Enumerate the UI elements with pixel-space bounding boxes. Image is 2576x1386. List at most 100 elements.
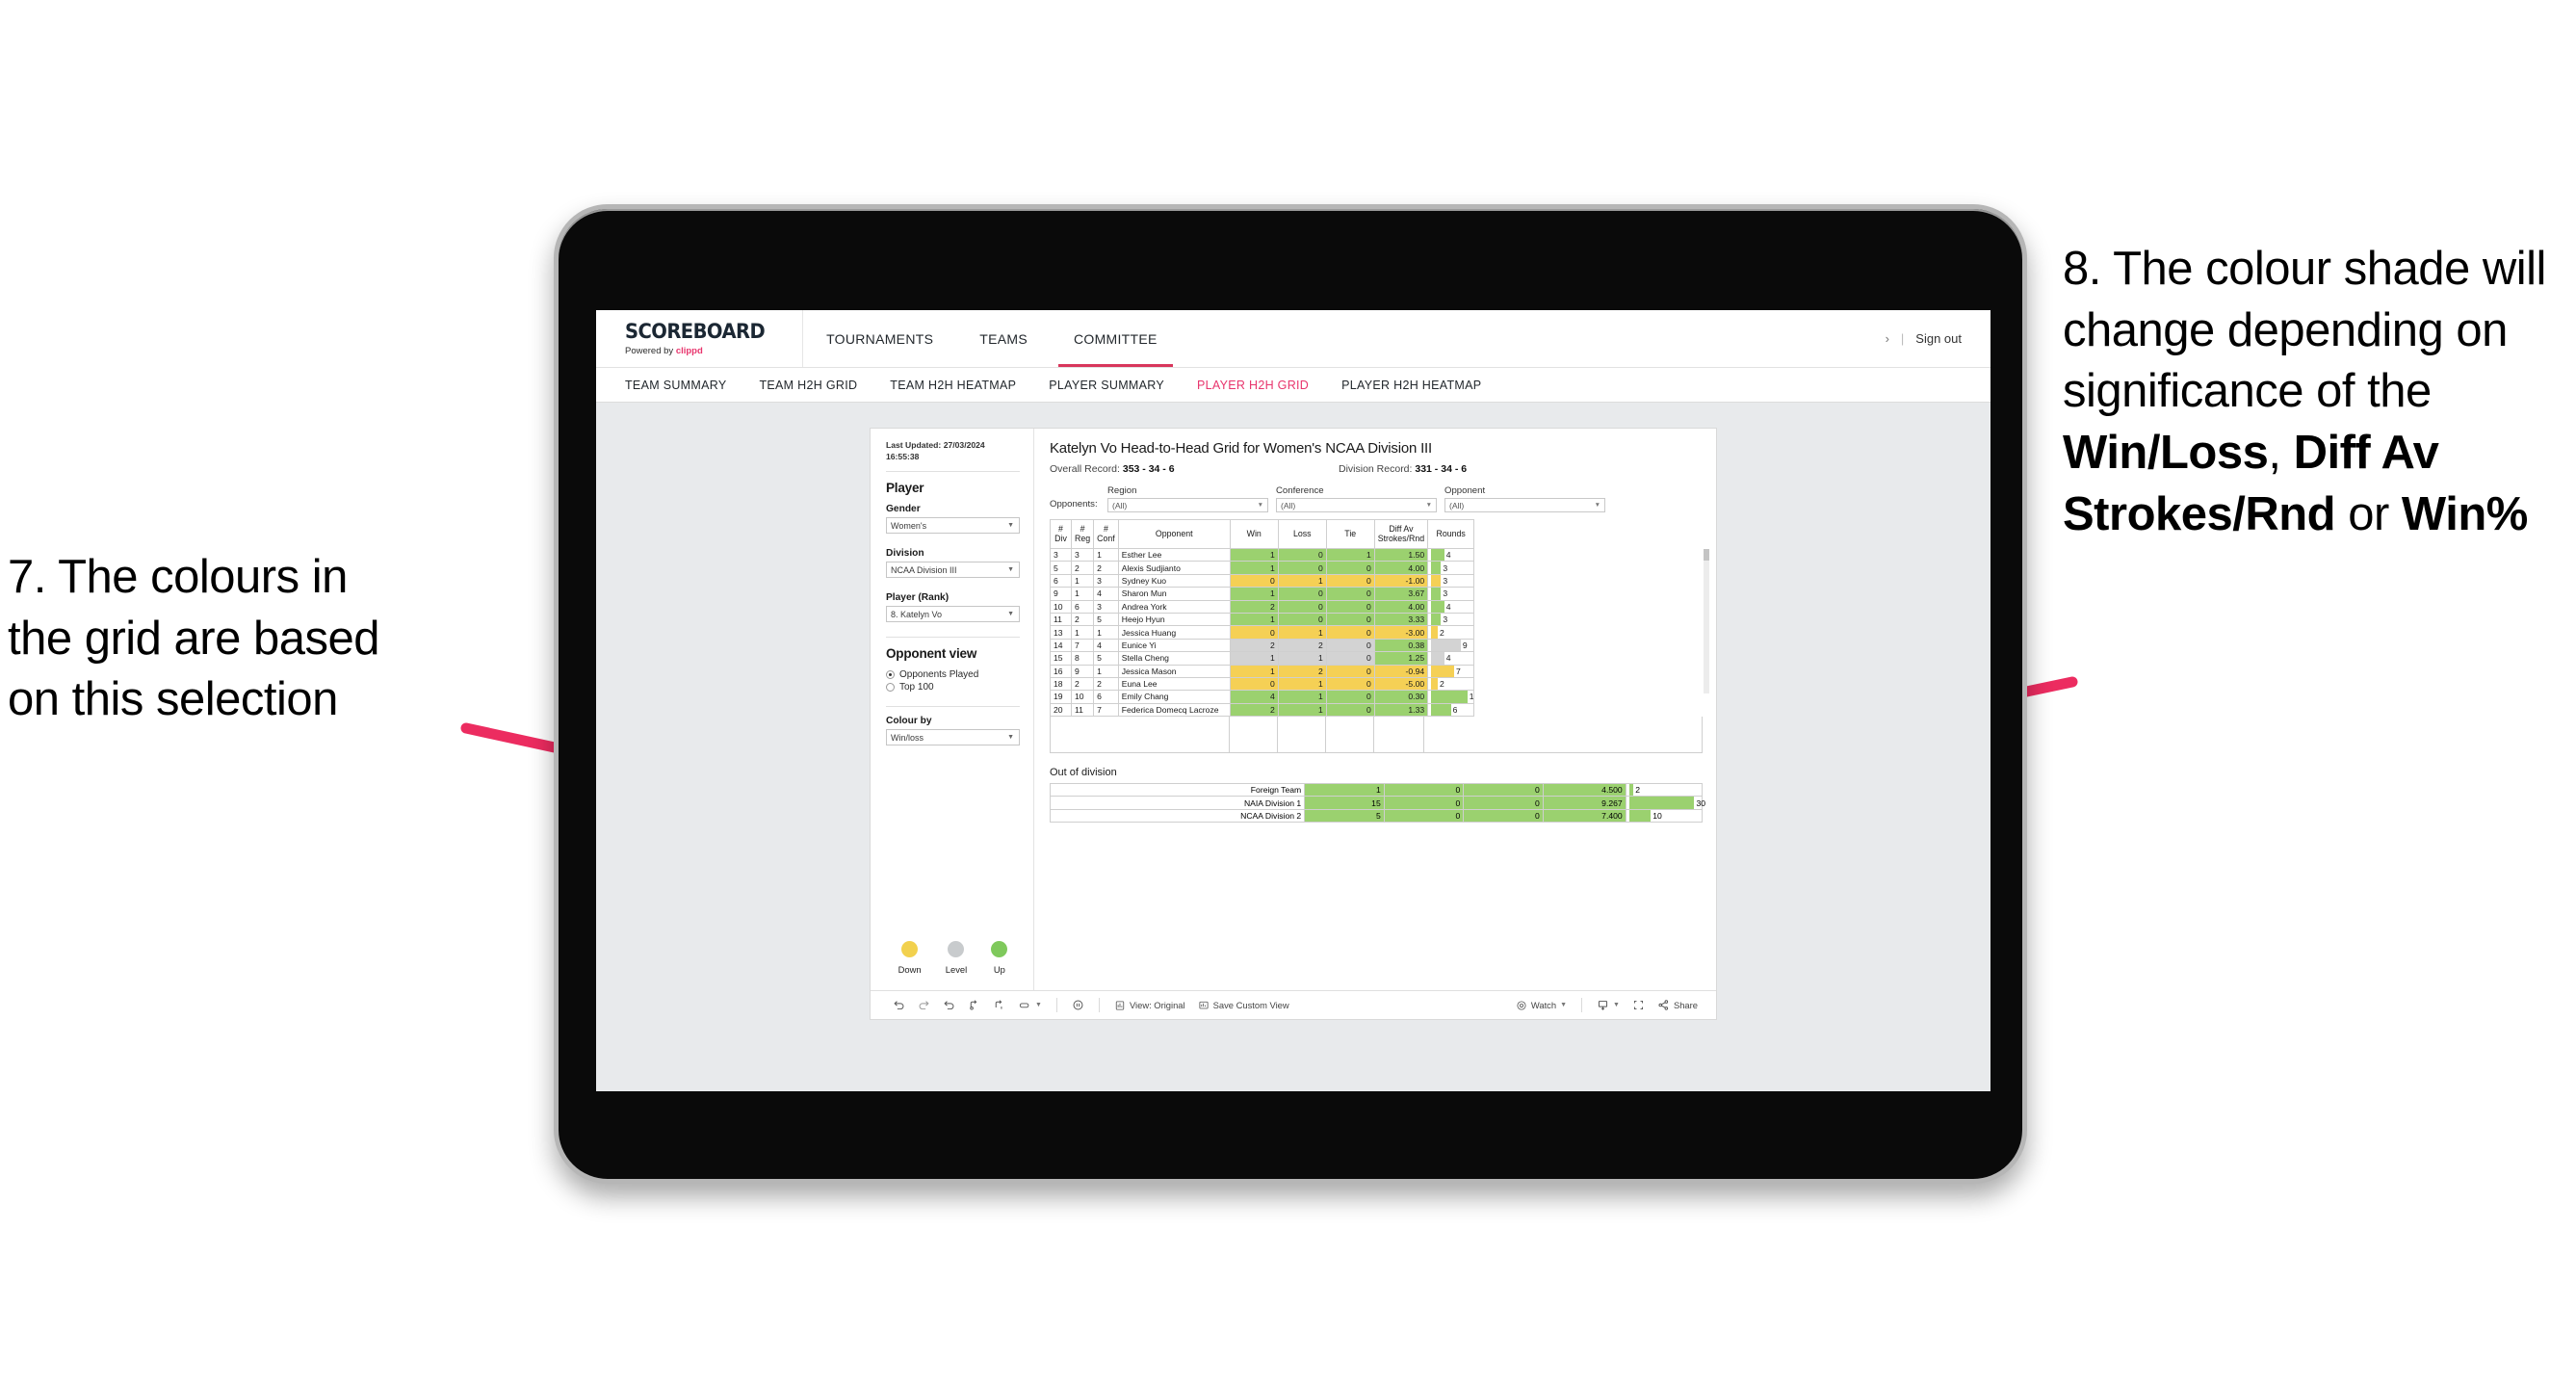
refresh-button[interactable] — [963, 996, 985, 1015]
cell-win: 1 — [1229, 561, 1279, 575]
out-of-division-row[interactable]: NCAA Division 2 5 0 0 7.400 10 — [1049, 808, 1704, 824]
table-row[interactable]: 13 1 1 Jessica Huang 0 1 0 -3.00 2 — [1050, 625, 1475, 640]
highlight-dropdown[interactable]: ▼ — [1013, 996, 1047, 1015]
dashboard-body: Last Updated: 27/03/2024 16:55:38 Player… — [871, 429, 1716, 990]
tab-team-h2h-heatmap[interactable]: TEAM H2H HEATMAP — [890, 379, 1016, 392]
out-of-division-row[interactable]: NAIA Division 1 15 0 0 9.267 30 — [1049, 796, 1705, 810]
table-row[interactable]: 20 11 7 Federica Domecq Lacroze 2 1 0 1.33 6 — [1050, 702, 1475, 718]
chevron-right-icon[interactable]: › — [1886, 331, 1889, 346]
radio-opponents-played[interactable]: Opponents Played — [886, 669, 1020, 680]
cell-div: 16 — [1050, 664, 1072, 678]
out-of-division-row[interactable]: Foreign Team 1 0 0 4.500 2 — [1049, 783, 1704, 798]
table-row[interactable]: 18 2 2 Euna Lee 0 1 0 -5.00 2 — [1050, 676, 1475, 692]
view-original-button[interactable]: View: Original — [1109, 996, 1190, 1015]
fullscreen-button[interactable] — [1627, 996, 1650, 1015]
pause-button[interactable] — [988, 996, 1010, 1015]
table-row[interactable]: 19106Emily Chang4100.3011 — [1050, 690, 1475, 704]
tab-team-h2h-grid[interactable]: TEAM H2H GRID — [759, 379, 857, 392]
download-button[interactable]: ▼ — [1592, 996, 1625, 1015]
cell-loss: 1 — [1277, 690, 1327, 704]
table-row[interactable]: 5 2 2 Alexis Sudjianto 1 0 0 4.00 3 — [1050, 561, 1475, 575]
table-row[interactable]: 3 3 1 Esther Lee 1 0 1 1.50 4 — [1050, 547, 1475, 562]
cell-tie: 0 — [1325, 638, 1375, 653]
gender-select[interactable]: Women's ▼ — [886, 517, 1020, 535]
col-diff-av-strokes: Diff Av Strokes/Rnd — [1373, 519, 1429, 549]
colour-by-select[interactable]: Win/loss ▼ — [886, 729, 1020, 746]
nav-committee[interactable]: COMMITTEE — [1051, 310, 1181, 367]
colour-by-label: Colour by — [886, 716, 932, 727]
cell-win: 0 — [1229, 676, 1279, 692]
tab-player-summary[interactable]: PLAYER SUMMARY — [1049, 379, 1164, 392]
legend-item-down: Down — [898, 941, 922, 975]
cell-win: 2 — [1229, 702, 1279, 718]
cell-win: 1 — [1229, 587, 1279, 601]
tab-team-summary[interactable]: TEAM SUMMARY — [625, 379, 726, 392]
grid-scrollbar[interactable] — [1704, 549, 1709, 693]
table-row[interactable]: 14 7 4 Eunice Yi 2 2 0 0.38 9 — [1050, 638, 1475, 653]
table-row[interactable]: 6 1 3 Sydney Kuo 0 1 0 -1.00 3 — [1050, 573, 1475, 588]
main-panel: Katelyn Vo Head-to-Head Grid for Women's… — [1034, 429, 1716, 990]
cell-diff: -5.00 — [1373, 676, 1429, 692]
filter-region: Region (All) ▼ — [1107, 485, 1268, 512]
nav-teams[interactable]: TEAMS — [956, 310, 1051, 367]
cell-opponent: Emily Chang — [1117, 690, 1231, 704]
cell-reg: 8 — [1070, 651, 1095, 666]
annotation-right-bold-winpct: Win% — [2401, 487, 2528, 540]
cell-diff: 4.00 — [1373, 599, 1429, 614]
cell-tie: 0 — [1325, 664, 1375, 678]
table-row[interactable]: 10 6 3 Andrea York 2 0 0 4.00 4 — [1050, 599, 1475, 614]
filter-region-select[interactable]: (All) ▼ — [1107, 498, 1268, 512]
share-button[interactable]: Share — [1652, 996, 1703, 1015]
watch-button[interactable]: Watch ▼ — [1511, 996, 1572, 1015]
cell-rounds: 4 — [1427, 599, 1475, 614]
cell-diff: 7.400 — [1542, 808, 1626, 824]
undo-button[interactable] — [888, 996, 910, 1015]
cell-rounds: 6 — [1427, 702, 1475, 718]
brand-logo[interactable]: SCOREBOARD Powered by clippd — [596, 310, 804, 367]
cell-loss: 0 — [1277, 599, 1327, 614]
annotation-left-line-3: on this selection — [8, 673, 338, 726]
cell-reg: 1 — [1070, 573, 1095, 588]
cell-conf: 5 — [1093, 651, 1119, 666]
division-value: NCAA Division III — [891, 564, 957, 575]
filters-sidebar: Last Updated: 27/03/2024 16:55:38 Player… — [871, 429, 1034, 990]
filter-conference-select[interactable]: (All) ▼ — [1276, 498, 1437, 512]
nav-tournaments[interactable]: TOURNAMENTS — [803, 310, 956, 367]
chevron-down-icon: ▼ — [1007, 566, 1014, 574]
table-row[interactable]: 9 1 4 Sharon Mun 1 0 0 3.67 3 — [1050, 587, 1475, 601]
cell-win: 1 — [1229, 664, 1279, 678]
table-row[interactable]: 15 8 5 Stella Cheng 1 1 0 1.25 4 — [1050, 651, 1475, 666]
cell-rounds: 9 — [1427, 638, 1475, 653]
legend-item-level: Level — [946, 941, 967, 975]
toolbar-divider — [1055, 998, 1057, 1012]
cell-opponent: Alexis Sudjianto — [1117, 561, 1231, 575]
pause-auto-update-button[interactable] — [1067, 996, 1089, 1015]
radio-top-100[interactable]: Top 100 — [886, 682, 1020, 693]
cell-reg: 7 — [1070, 638, 1095, 653]
cell-opponent: Heejo Hyun — [1117, 612, 1231, 627]
grid-scrollbar-thumb[interactable] — [1704, 549, 1709, 561]
cell-loss: 2 — [1277, 664, 1327, 678]
annotation-left-line-2: the grid are based — [8, 612, 380, 665]
cell-win: 1 — [1229, 547, 1279, 562]
view-original-label: View: Original — [1129, 1000, 1185, 1010]
redo-button[interactable] — [913, 996, 935, 1015]
cell-rounds: 3 — [1427, 587, 1475, 601]
cell-loss: 0 — [1383, 796, 1465, 810]
player-rank-select[interactable]: 8. Katelyn Vo ▼ — [886, 606, 1020, 623]
save-custom-view-button[interactable]: Save Custom View — [1193, 996, 1294, 1015]
tab-player-h2h-heatmap[interactable]: PLAYER H2H HEATMAP — [1341, 379, 1481, 392]
player-rank-value: 8. Katelyn Vo — [891, 609, 943, 619]
sign-out-link[interactable]: Sign out — [1915, 331, 1962, 346]
tab-player-h2h-grid[interactable]: PLAYER H2H GRID — [1197, 379, 1309, 392]
cell-win: 1 — [1229, 612, 1279, 627]
filter-opponent-select[interactable]: (All) ▼ — [1444, 498, 1605, 512]
cell-conf: 1 — [1093, 664, 1119, 678]
cell-reg: 6 — [1070, 599, 1095, 614]
revert-button[interactable] — [938, 996, 960, 1015]
division-select[interactable]: NCAA Division III ▼ — [886, 562, 1020, 579]
h2h-grid-table: # Div # Reg # Conf Opponent Win Loss Tie Di… — [1050, 519, 1475, 718]
table-row[interactable]: 11 2 5 Heejo Hyun 1 0 0 3.33 3 — [1050, 612, 1475, 627]
cell-loss: 1 — [1277, 573, 1327, 588]
table-row[interactable]: 16 9 1 Jessica Mason 1 2 0 -0.94 7 — [1050, 664, 1475, 678]
